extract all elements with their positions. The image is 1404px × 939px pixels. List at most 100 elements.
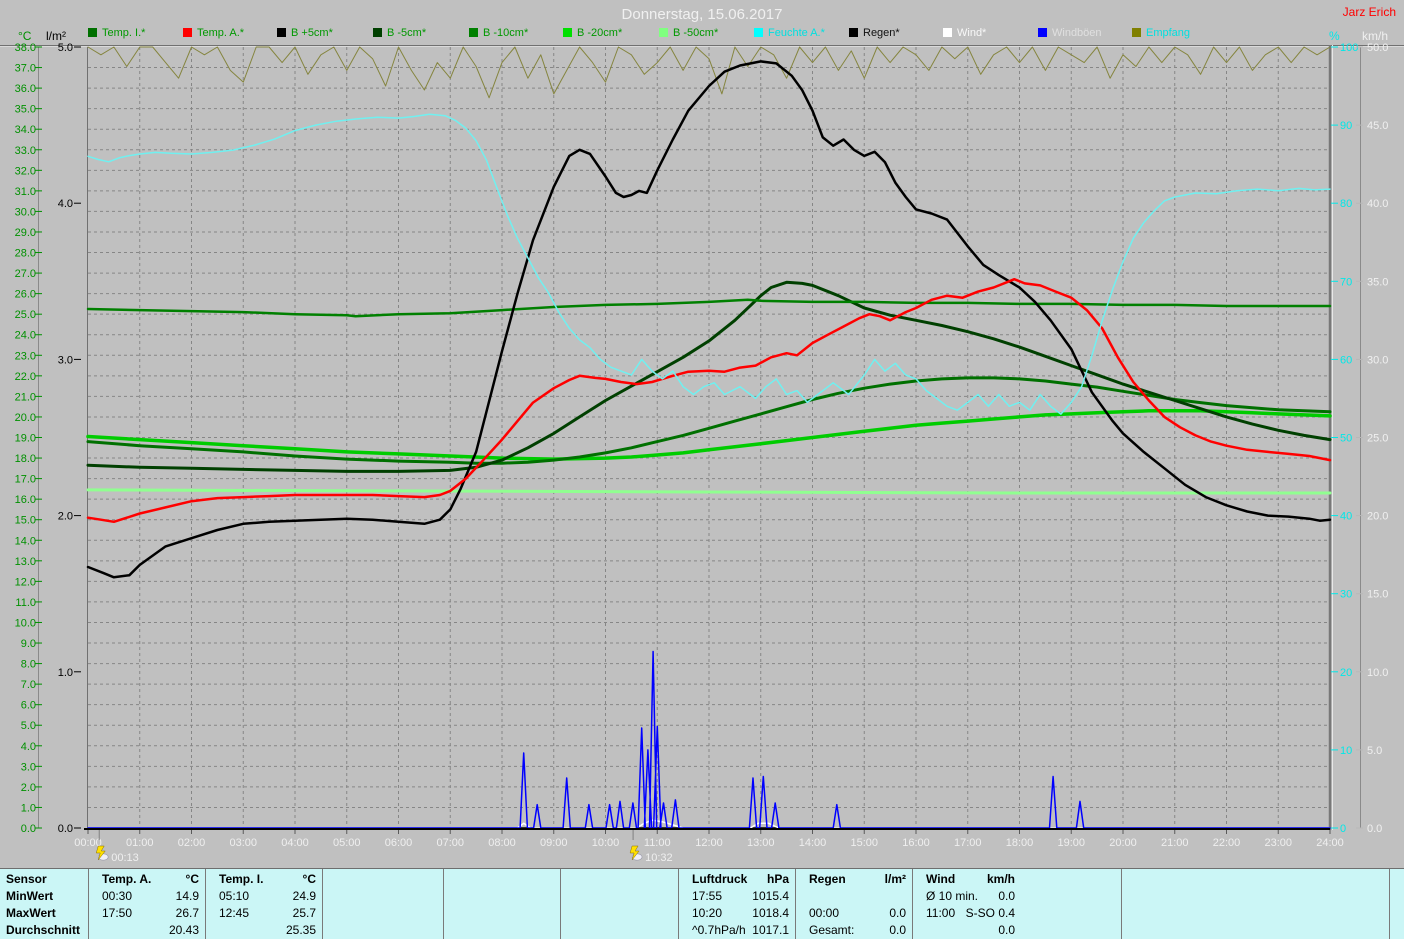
svg-text:38.0: 38.0 — [15, 42, 36, 54]
legend-item-temp_a: Temp. A.* — [183, 27, 244, 41]
axis-time: 00:0001:0002:0003:0004:0005:0006:0007:00… — [74, 829, 1344, 849]
svg-text:9.0: 9.0 — [21, 638, 36, 650]
svg-text:10:00: 10:00 — [592, 837, 620, 849]
gridlines — [88, 47, 1330, 828]
svg-text:26.0: 26.0 — [15, 289, 36, 301]
svg-text:30: 30 — [1340, 589, 1352, 601]
svg-text:6.0: 6.0 — [21, 700, 36, 712]
table-header-cell: l/m² — [801, 871, 906, 887]
svg-text:05:00: 05:00 — [333, 837, 361, 849]
table-separator — [1389, 869, 1390, 939]
svg-text:5.0: 5.0 — [58, 42, 73, 54]
svg-text:31.0: 31.0 — [15, 186, 36, 198]
svg-text:50.0: 50.0 — [1367, 42, 1388, 54]
svg-text:23:00: 23:00 — [1264, 837, 1292, 849]
svg-text:07:00: 07:00 — [436, 837, 464, 849]
svg-text:33.0: 33.0 — [15, 145, 36, 157]
table-cell: 0.0 — [801, 922, 906, 938]
table-cell: 20.43 — [94, 922, 199, 938]
svg-text:09:00: 09:00 — [540, 837, 568, 849]
legend-item-wind: Wind* — [943, 27, 986, 41]
axis-humidity: 0102030405060708090100% — [1329, 29, 1358, 835]
svg-text:11.0: 11.0 — [15, 597, 36, 609]
svg-text:25.0: 25.0 — [15, 309, 36, 321]
table-header-cell: MinWert — [6, 888, 86, 904]
svg-text:10.0: 10.0 — [15, 617, 36, 629]
svg-text:35.0: 35.0 — [15, 104, 36, 116]
legend-item-b5p: B +5cm* — [277, 27, 333, 41]
legend-label: Temp. I.* — [102, 27, 145, 39]
svg-text:15.0: 15.0 — [1367, 589, 1388, 601]
svg-text:35.0: 35.0 — [1367, 276, 1388, 288]
svg-text:25.0: 25.0 — [1367, 433, 1388, 445]
svg-text:20: 20 — [1340, 667, 1352, 679]
table-cell: S-SO 0.4 — [918, 905, 1015, 921]
table-header-cell: km/h — [918, 871, 1015, 887]
legend-label: Feuchte A.* — [768, 27, 825, 39]
legend-swatch-b50 — [659, 28, 668, 37]
svg-text:2.0: 2.0 — [58, 511, 73, 523]
svg-text:14:00: 14:00 — [799, 837, 827, 849]
svg-text:0.0: 0.0 — [1367, 823, 1382, 835]
legend-label: B -50cm* — [673, 27, 718, 39]
svg-text:60: 60 — [1340, 354, 1352, 366]
svg-text:30.0: 30.0 — [15, 206, 36, 218]
legend-label: Windböen — [1052, 27, 1102, 39]
svg-text:100: 100 — [1340, 42, 1358, 54]
svg-text:70: 70 — [1340, 276, 1352, 288]
table-cell: 0.0 — [918, 888, 1015, 904]
table-cell: 14.9 — [94, 888, 199, 904]
svg-text:04:00: 04:00 — [281, 837, 309, 849]
legend-item-regen: Regen* — [849, 27, 900, 41]
legend-label: Empfang — [1146, 27, 1190, 39]
series-b50 — [88, 490, 1330, 493]
table-cell: 1015.4 — [684, 888, 789, 904]
svg-text:01:00: 01:00 — [126, 837, 154, 849]
svg-text:0.0: 0.0 — [21, 823, 36, 835]
svg-text:45.0: 45.0 — [1367, 120, 1388, 132]
svg-text:24:00: 24:00 — [1316, 837, 1344, 849]
legend-label: B -5cm* — [387, 27, 426, 39]
legend-swatch-wind — [943, 28, 952, 37]
legend-item-empfang: Empfang — [1132, 27, 1190, 41]
table-cell: 1017.1 — [684, 922, 789, 938]
legend-swatch-temp_i — [88, 28, 97, 37]
svg-text:37.0: 37.0 — [15, 63, 36, 75]
table-header-cell: °C — [94, 871, 199, 887]
svg-text:21.0: 21.0 — [15, 391, 36, 403]
svg-text:03:00: 03:00 — [229, 837, 257, 849]
svg-text:27.0: 27.0 — [15, 268, 36, 280]
svg-text:02:00: 02:00 — [178, 837, 206, 849]
svg-text:16:00: 16:00 — [902, 837, 930, 849]
svg-text:2.0: 2.0 — [21, 782, 36, 794]
svg-text:14.0: 14.0 — [15, 535, 36, 547]
svg-text:17:00: 17:00 — [954, 837, 982, 849]
legend-swatch-temp_a — [183, 28, 192, 37]
svg-text:13:00: 13:00 — [747, 837, 775, 849]
svg-text:18:00: 18:00 — [1006, 837, 1034, 849]
svg-text:20.0: 20.0 — [15, 412, 36, 424]
legend-swatch-b10 — [469, 28, 478, 37]
svg-text:10: 10 — [1340, 745, 1352, 757]
svg-text:00:13: 00:13 — [111, 852, 139, 864]
svg-text:10.0: 10.0 — [1367, 667, 1388, 679]
table-cell: 25.7 — [211, 905, 316, 921]
table-cell: 1018.4 — [684, 905, 789, 921]
svg-text:34.0: 34.0 — [15, 124, 36, 136]
legend-item-temp_i: Temp. I.* — [88, 27, 145, 41]
svg-text:29.0: 29.0 — [15, 227, 36, 239]
svg-text:28.0: 28.0 — [15, 248, 36, 260]
svg-text:40.0: 40.0 — [1367, 198, 1388, 210]
legend-item-b5m: B -5cm* — [373, 27, 426, 41]
table-separator — [795, 869, 796, 939]
legend-label: Temp. A.* — [197, 27, 244, 39]
table-header-cell: Sensor — [6, 871, 86, 887]
svg-text:50: 50 — [1340, 433, 1352, 445]
svg-text:3.0: 3.0 — [21, 761, 36, 773]
table-header-cell: hPa — [684, 871, 789, 887]
legend-label: Regen* — [863, 27, 900, 39]
svg-text:20.0: 20.0 — [1367, 511, 1388, 523]
table-separator — [205, 869, 206, 939]
svg-text:13.0: 13.0 — [15, 556, 36, 568]
table-cell: 24.9 — [211, 888, 316, 904]
